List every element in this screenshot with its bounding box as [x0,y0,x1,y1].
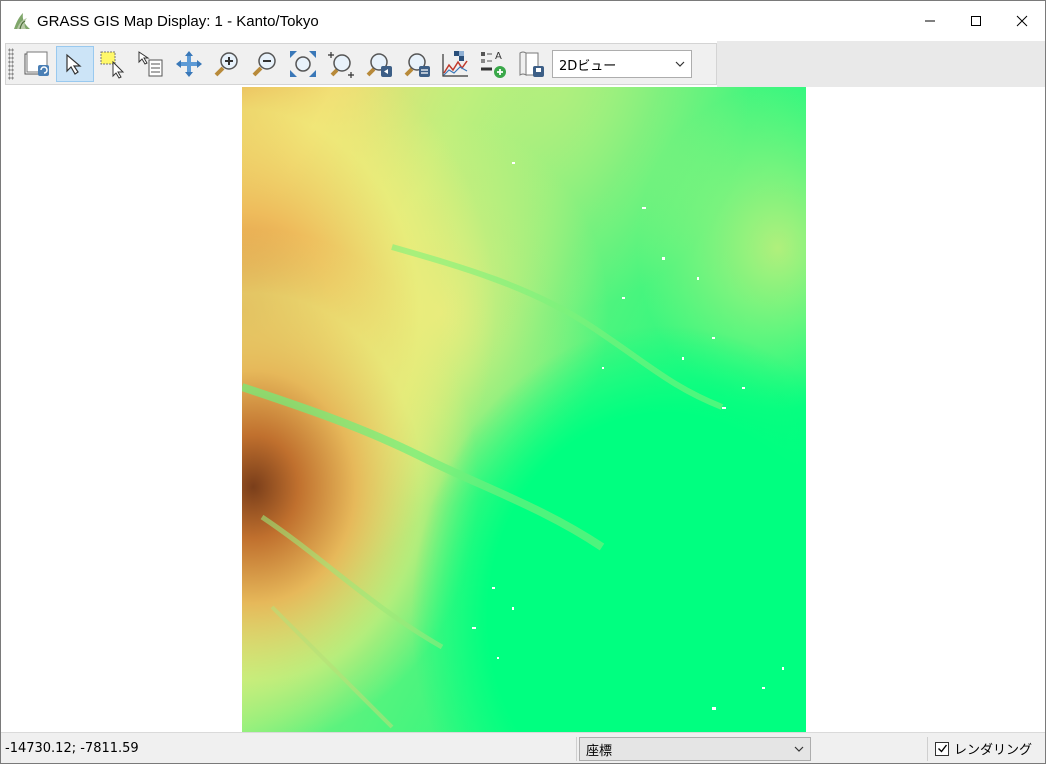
minimize-icon [925,20,935,22]
zoom-back-icon [366,53,392,77]
close-icon [1016,15,1028,27]
pan-button[interactable] [170,46,208,82]
grass-gis-icon [11,10,33,32]
decoration-button[interactable]: A [474,46,512,82]
analyze-icon [442,51,468,77]
close-button[interactable] [999,1,1045,41]
view-mode-select[interactable]: 2Dビュー [552,50,692,78]
select-icon [100,51,125,79]
zoom-in-button[interactable] [208,46,246,82]
status-separator [927,737,928,761]
map-display-window: GRASS GIS Map Display: 1 - Kanto/Tokyo A… [0,0,1046,764]
pointer-icon [66,53,82,75]
render-checkbox[interactable] [935,741,949,756]
zoom-back-button[interactable] [360,46,398,82]
zoom-menu-icon [404,53,430,77]
elevation-raster[interactable] [242,87,806,732]
pointer-button[interactable] [56,46,94,82]
window-controls [907,1,1045,41]
coordinates-readout: -14730.12; -7811.59 [5,741,139,756]
maximize-icon [971,16,981,26]
chevron-down-icon [794,746,804,752]
map-canvas[interactable] [1,87,1045,732]
pan-icon [176,51,202,77]
status-separator [576,737,577,761]
select-features-button[interactable] [94,46,132,82]
view-mode-value: 2Dビュー [559,58,617,74]
render-map-button[interactable] [18,46,56,82]
maximize-button[interactable] [953,1,999,41]
zoom-region-icon [328,52,354,78]
analyze-button[interactable] [436,46,474,82]
minimize-button[interactable] [907,1,953,41]
zoom-region-button[interactable] [322,46,360,82]
zoom-out-button[interactable] [246,46,284,82]
zoom-extent-button[interactable] [284,46,322,82]
legend-add-icon: A [481,51,506,78]
zoom-out-icon [252,52,276,77]
map-toolbar: A 2Dビュー [5,43,717,85]
display-mode-value: 座標 [586,743,613,759]
title-bar[interactable]: GRASS GIS Map Display: 1 - Kanto/Tokyo [1,1,1045,41]
chevron-down-icon [675,61,685,67]
status-bar: -14730.12; -7811.59 座標 レンダリング [1,732,1045,763]
window-title: GRASS GIS Map Display: 1 - Kanto/Tokyo [37,12,319,30]
toolbar-grip[interactable] [8,48,14,80]
zoom-extent-icon [290,51,316,77]
checkmark-icon [937,744,947,753]
svg-text:A: A [495,51,502,62]
render-label: レンダリング [954,743,1033,758]
zoom-menu-button[interactable] [398,46,436,82]
save-map-icon [519,51,544,77]
zoom-in-icon [214,52,238,77]
display-mode-select[interactable]: 座標 [579,737,811,761]
toolbar-dock-empty [717,41,1045,88]
query-button[interactable] [132,46,170,82]
render-toggle[interactable]: レンダリング [935,739,1032,758]
query-icon [138,51,163,77]
save-map-button[interactable] [512,46,550,82]
render-map-icon [24,51,49,76]
